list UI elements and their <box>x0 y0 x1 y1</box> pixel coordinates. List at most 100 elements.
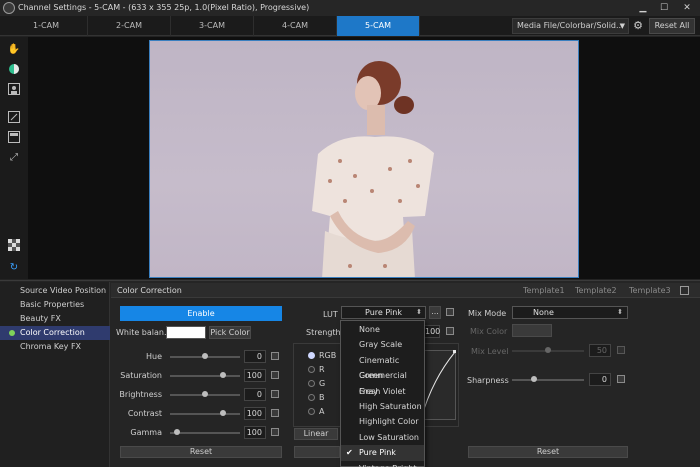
contrast-knob[interactable] <box>220 410 226 416</box>
lut-option[interactable]: Cinematic Green <box>341 353 424 380</box>
tab-5-cam[interactable]: 5-CAM <box>337 16 420 36</box>
lut-option[interactable]: Commercial Gray <box>341 368 424 395</box>
contrast-keyframe-icon[interactable] <box>271 409 279 417</box>
brightness-knob[interactable] <box>202 391 208 397</box>
reset-all-button[interactable]: Reset All <box>649 18 695 34</box>
mix-color-label: Mix Color <box>470 327 508 336</box>
link-icon[interactable]: ↻ <box>7 261 21 275</box>
mix-level-value[interactable]: 50 <box>589 344 611 357</box>
lut-option[interactable]: ✔ Pure Pink <box>341 445 424 461</box>
lut-option-label: Vintage Bright <box>359 464 416 467</box>
side-item-source-video-position[interactable]: Source Video Position <box>0 284 110 298</box>
hue-knob[interactable] <box>202 353 208 359</box>
hand-icon[interactable]: ✋ <box>7 43 21 57</box>
mix-level-keyframe-icon[interactable] <box>617 346 625 354</box>
lut-option[interactable]: None <box>341 322 424 337</box>
lut-option-label: Highlight Color <box>359 417 419 427</box>
tab-4-cam[interactable]: 4-CAM <box>254 16 337 36</box>
saturation-keyframe-icon[interactable] <box>271 371 279 379</box>
template-3-button[interactable]: Template3 <box>629 285 671 297</box>
gamma-label: Gamma <box>130 428 162 437</box>
hue-value[interactable]: 0 <box>244 350 266 363</box>
video-preview <box>149 40 579 278</box>
mix-color-swatch[interactable] <box>512 324 552 337</box>
contrast-value[interactable]: 100 <box>244 407 266 420</box>
template-2-button[interactable]: Template2 <box>575 285 617 297</box>
layout-icon[interactable] <box>7 131 21 145</box>
lut-option[interactable]: Fresh Violet <box>341 384 424 399</box>
template-1-button[interactable]: Template1 <box>523 285 565 297</box>
channel-g-label: G <box>319 379 326 388</box>
sharpness-label: Sharpness <box>467 376 509 385</box>
saturation-label: Saturation <box>120 371 162 380</box>
saturation-track[interactable] <box>170 375 240 377</box>
color-wheel-icon[interactable] <box>7 63 21 77</box>
side-item-beauty-fx[interactable]: Beauty FX <box>0 312 110 326</box>
channel-r-radio[interactable] <box>308 366 315 373</box>
white-balance-label: White balan... <box>116 328 172 337</box>
lut-option[interactable]: Vintage Bright <box>341 461 424 467</box>
fullscreen-icon[interactable]: ⤢ <box>7 151 21 165</box>
maximize-button[interactable]: ☐ <box>657 2 671 14</box>
strength-label: Strength <box>306 328 341 337</box>
minimize-button[interactable]: ▁ <box>636 2 650 14</box>
enable-button[interactable]: Enable <box>120 306 282 321</box>
lut-option[interactable]: High Saturation <box>341 399 424 414</box>
source-select[interactable]: Media File/Colorbar/Solid... ▼ <box>512 18 629 34</box>
mix-level-knob[interactable] <box>545 347 551 353</box>
curve-graph[interactable] <box>420 350 456 420</box>
gamma-keyframe-icon[interactable] <box>271 428 279 436</box>
linear-button[interactable]: Linear <box>294 428 338 440</box>
channel-g-radio[interactable] <box>308 380 315 387</box>
saturation-knob[interactable] <box>220 372 226 378</box>
lut-keyframe-icon[interactable] <box>446 308 454 316</box>
brightness-value[interactable]: 0 <box>244 388 266 401</box>
tab-1-cam[interactable]: 1-CAM <box>5 16 88 36</box>
checker-icon[interactable] <box>7 239 21 253</box>
sharpness-value[interactable]: 0 <box>589 373 611 386</box>
channel-rgb-radio[interactable] <box>308 352 315 359</box>
sharpness-track[interactable] <box>512 379 584 381</box>
strength-value[interactable]: 100 <box>424 325 440 338</box>
hue-keyframe-icon[interactable] <box>271 352 279 360</box>
sharpness-keyframe-icon[interactable] <box>617 375 625 383</box>
channel-a-radio[interactable] <box>308 408 315 415</box>
mix-mode-select[interactable]: None ⬍ <box>512 306 628 319</box>
lut-option-label: Fresh Violet <box>359 386 406 396</box>
lut-option[interactable]: Gray Scale <box>341 337 424 352</box>
pick-color-button[interactable]: Pick Color <box>209 326 251 339</box>
portrait-icon[interactable] <box>7 83 21 97</box>
title-bar: Channel Settings - 5-CAM - (633 x 355 25… <box>0 0 700 16</box>
hue-label: Hue <box>145 352 162 361</box>
lut-option[interactable]: Low Saturation <box>341 430 424 445</box>
sharpness-knob[interactable] <box>531 376 537 382</box>
reset-button[interactable]: Reset <box>120 446 282 458</box>
lut-select[interactable]: Pure Pink ⬍ <box>341 306 426 319</box>
saturation-value[interactable]: 100 <box>244 369 266 382</box>
brightness-keyframe-icon[interactable] <box>271 390 279 398</box>
curve-reset-button[interactable] <box>294 446 340 458</box>
camera-tabs-bar: 1-CAM 2-CAM 3-CAM 4-CAM 5-CAM Media File… <box>0 16 700 36</box>
lut-dropdown-menu: None Gray Scale Cinematic Green Commercial … <box>340 320 425 467</box>
side-item-color-correction[interactable]: Color Correction <box>0 326 110 340</box>
channel-b-radio[interactable] <box>308 394 315 401</box>
side-item-chroma-key-fx[interactable]: Chroma Key FX <box>0 340 110 354</box>
gamma-track[interactable] <box>170 432 240 434</box>
side-item-basic-properties[interactable]: Basic Properties <box>0 298 110 312</box>
contrast-track[interactable] <box>170 413 240 415</box>
white-balance-swatch[interactable] <box>166 326 206 339</box>
gamma-value[interactable]: 100 <box>244 426 266 439</box>
gamma-knob[interactable] <box>174 429 180 435</box>
save-template-icon[interactable] <box>680 286 689 295</box>
tab-2-cam[interactable]: 2-CAM <box>88 16 171 36</box>
app-logo-icon <box>3 2 15 14</box>
close-button[interactable]: ✕ <box>680 2 694 14</box>
lut-browse-button[interactable]: ... <box>429 306 441 319</box>
gear-icon[interactable]: ⚙ <box>631 19 645 33</box>
lut-option[interactable]: Highlight Color <box>341 414 424 429</box>
crop-icon[interactable] <box>7 111 21 125</box>
strength-keyframe-icon[interactable] <box>446 327 454 335</box>
tab-3-cam[interactable]: 3-CAM <box>171 16 254 36</box>
mix-reset-button[interactable]: Reset <box>468 446 628 458</box>
channel-r-label: R <box>319 365 325 374</box>
